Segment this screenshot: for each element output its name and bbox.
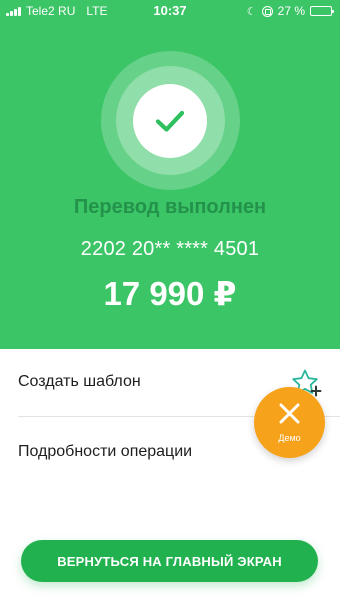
moon-icon: ☾ bbox=[246, 5, 257, 18]
demo-button[interactable]: Демо bbox=[254, 387, 325, 458]
check-icon bbox=[155, 110, 185, 132]
success-badge bbox=[133, 84, 207, 158]
success-header: Tele2 RU LTE 10:37 ☾ 27 % Перевод выполн… bbox=[0, 0, 340, 349]
demo-label: Демо bbox=[278, 433, 301, 443]
create-template-label: Создать шаблон bbox=[18, 373, 141, 390]
status-bar: Tele2 RU LTE 10:37 ☾ 27 % bbox=[0, 0, 340, 22]
transfer-amount: 17 990 ₽ bbox=[103, 275, 237, 312]
card-number: 2202 20** **** 4501 bbox=[80, 238, 260, 260]
battery-percent: 27 % bbox=[277, 4, 305, 18]
transfer-status-title: Перевод выполнен bbox=[73, 196, 267, 218]
orientation-lock-icon bbox=[261, 5, 273, 17]
close-icon bbox=[279, 403, 300, 424]
battery-icon bbox=[310, 6, 334, 16]
operation-details-label: Подробности операции bbox=[18, 443, 193, 460]
return-home-button[interactable]: ВЕРНУТЬСЯ НА ГЛАВНЫЙ ЭКРАН bbox=[21, 540, 318, 582]
